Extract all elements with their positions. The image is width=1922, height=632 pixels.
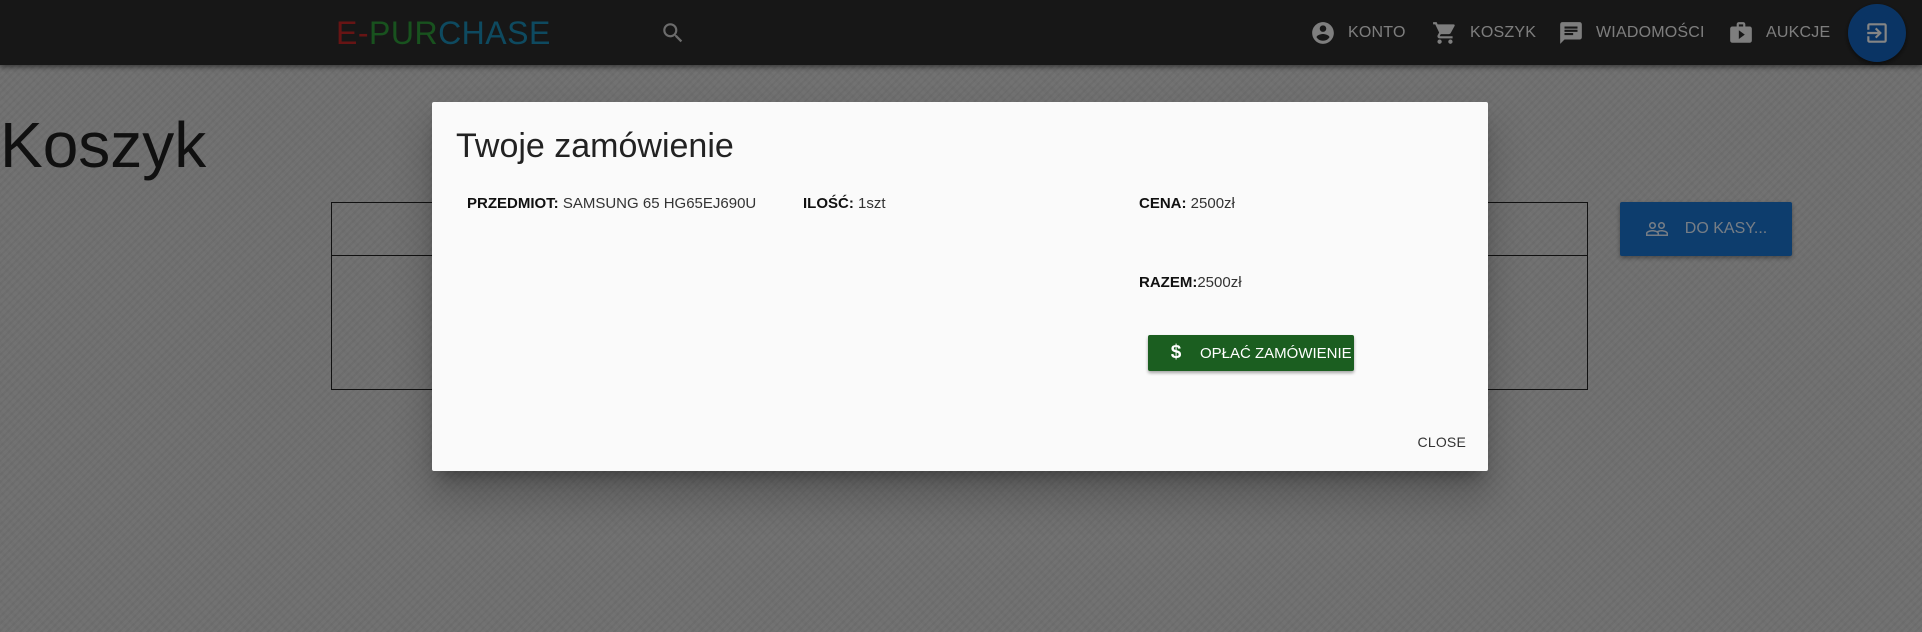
order-quantity-value: 1szt — [853, 195, 886, 212]
dialog-title: Twoje zamówienie — [456, 127, 734, 165]
dollar-icon: $ — [1170, 342, 1182, 363]
order-item-value: SAMSUNG 65 HG65EJ690U — [558, 195, 757, 212]
order-total-label: RAZEM: — [1139, 274, 1198, 291]
pay-order-label: OPŁAĆ ZAMÓWIENIE — [1200, 344, 1352, 362]
order-item: PRZEDMIOT: SAMSUNG 65 HG65EJ690U — [467, 195, 756, 212]
order-dialog: Twoje zamówienie PRZEDMIOT: SAMSUNG 65 H… — [432, 102, 1488, 471]
order-price: CENA: 2500zł — [1139, 195, 1235, 212]
order-price-value: 2500zł — [1186, 195, 1235, 212]
order-price-label: CENA: — [1139, 195, 1187, 212]
order-quantity-label: ILOŚĆ: — [803, 195, 854, 212]
close-button[interactable]: CLOSE — [1418, 434, 1466, 450]
order-quantity: ILOŚĆ: 1szt — [803, 195, 886, 212]
order-total: RAZEM:2500zł — [1139, 274, 1242, 291]
pay-order-button[interactable]: $ OPŁAĆ ZAMÓWIENIE — [1148, 335, 1354, 371]
order-total-value: 2500zł — [1197, 274, 1242, 291]
order-item-label: PRZEDMIOT: — [467, 195, 559, 212]
